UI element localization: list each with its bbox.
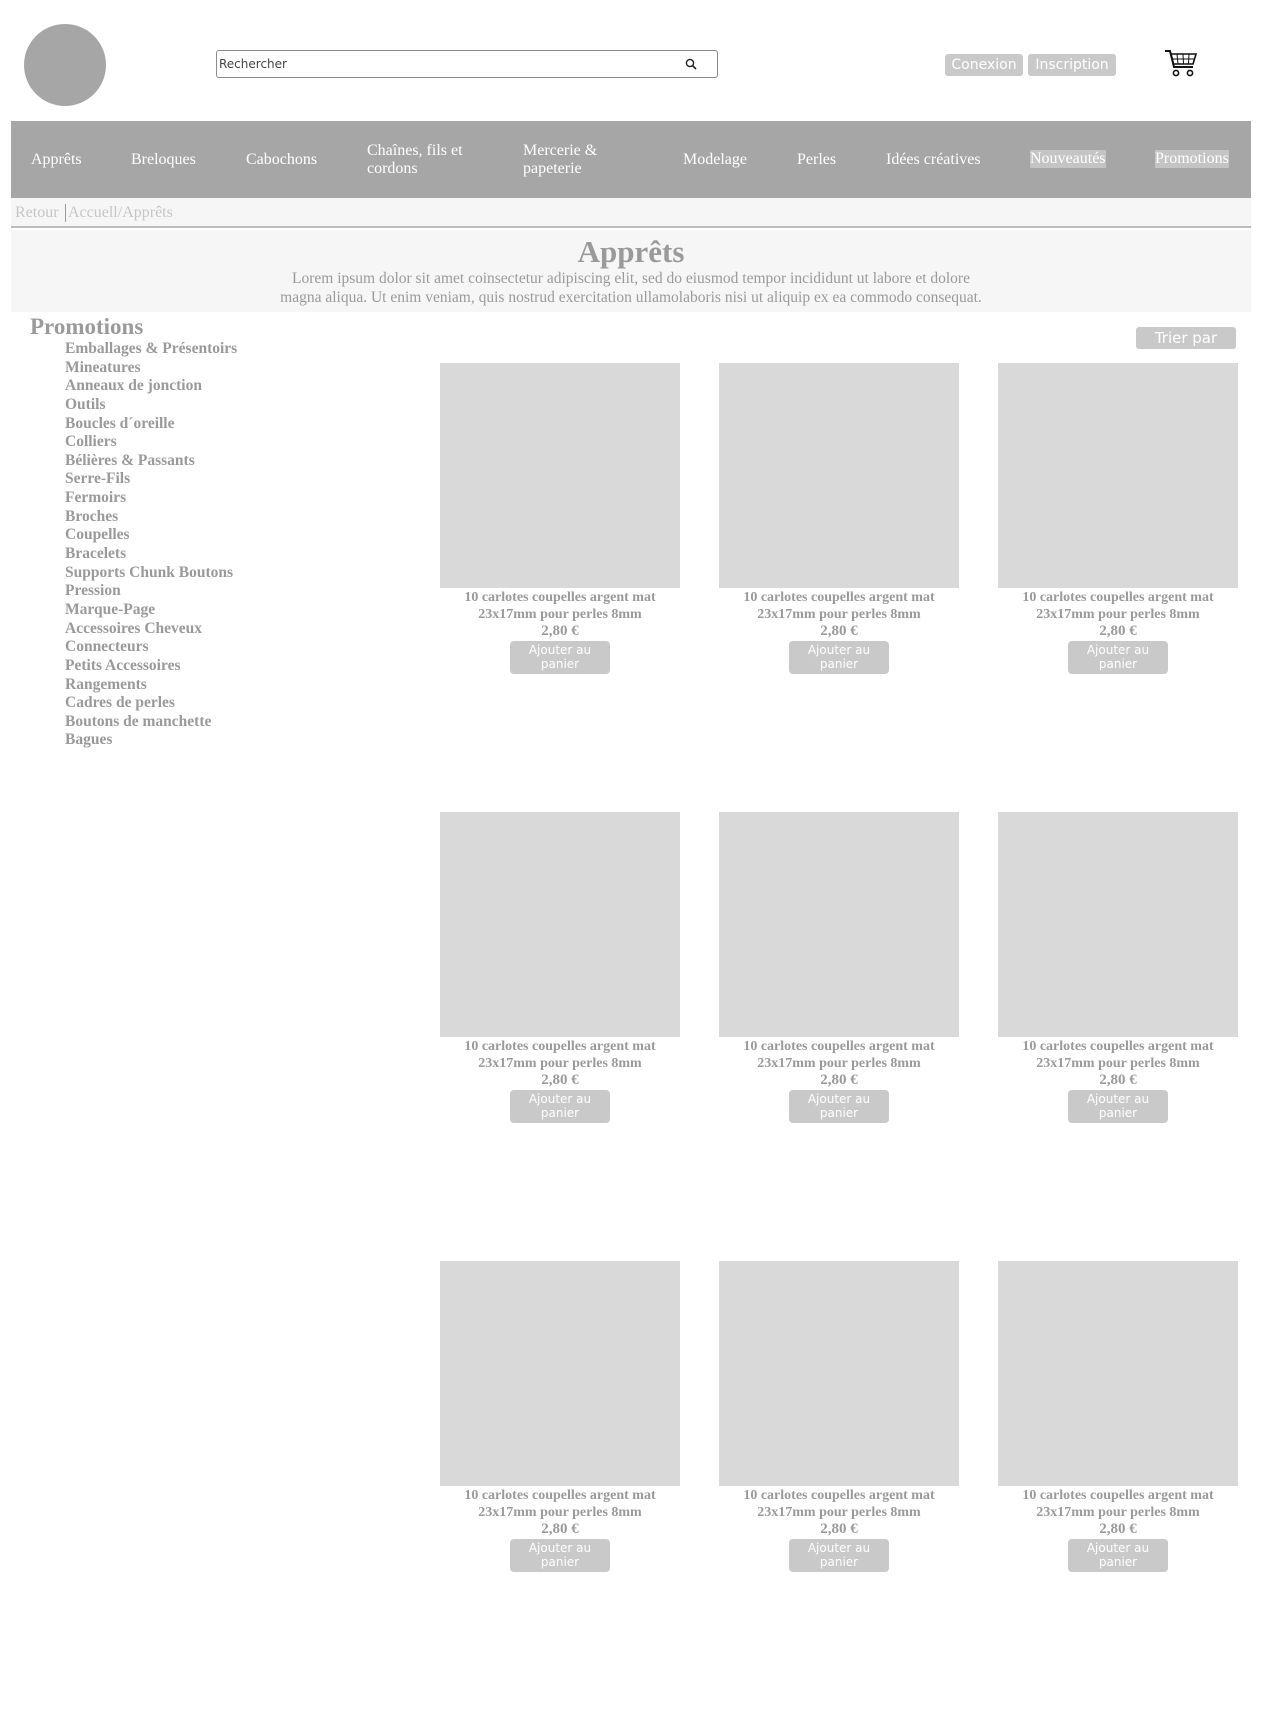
sidebar-item[interactable]: Bagues: [65, 731, 237, 750]
sidebar-item[interactable]: Boutons de manchette: [65, 713, 237, 732]
sidebar-item[interactable]: Outils: [65, 396, 237, 415]
product-image[interactable]: [719, 1261, 959, 1486]
category-header: Apprêts Lorem ipsum dolor sit amet coins…: [11, 230, 1251, 312]
nav-item-mercerie[interactable]: Mercerie & papeterie: [523, 142, 623, 178]
product-image[interactable]: [998, 1261, 1238, 1486]
nav-item-chaines[interactable]: Chaînes, fils et cordons: [367, 142, 482, 178]
sort-button[interactable]: Trier par: [1136, 327, 1236, 349]
product-image[interactable]: [719, 812, 959, 1037]
product-title[interactable]: 10 carlotes coupelles argent mat 23x17mm…: [719, 1487, 959, 1521]
product-card: 10 carlotes coupelles argent mat 23x17mm…: [719, 1261, 959, 1572]
product-price: 2,80 €: [820, 623, 858, 639]
sidebar-item[interactable]: Anneaux de jonction: [65, 377, 237, 396]
product-price: 2,80 €: [541, 1072, 579, 1088]
sidebar-item[interactable]: Marque-Page: [65, 601, 237, 620]
product-title[interactable]: 10 carlotes coupelles argent mat 23x17mm…: [998, 1038, 1238, 1072]
product-card: 10 carlotes coupelles argent mat 23x17mm…: [440, 363, 680, 674]
product-price: 2,80 €: [541, 623, 579, 639]
product-price: 2,80 €: [820, 1072, 858, 1088]
sidebar-item[interactable]: Boucles d´oreille: [65, 415, 237, 434]
product-card: 10 carlotes coupelles argent mat 23x17mm…: [719, 363, 959, 674]
nav-item-perles[interactable]: Perles: [797, 151, 836, 169]
product-price: 2,80 €: [1099, 623, 1137, 639]
back-link[interactable]: Retour: [15, 204, 59, 222]
sidebar-item[interactable]: Rangements: [65, 676, 237, 695]
product-price: 2,80 €: [541, 1521, 579, 1537]
add-to-cart-button[interactable]: Ajouter au panier: [510, 1090, 610, 1123]
sidebar-item[interactable]: Emballages & Présentoirs: [65, 340, 237, 359]
nav-item-modelage[interactable]: Modelage: [683, 151, 747, 169]
sidebar-item[interactable]: Bracelets: [65, 545, 237, 564]
nav-item-breloques[interactable]: Breloques: [131, 151, 196, 169]
product-title[interactable]: 10 carlotes coupelles argent mat 23x17mm…: [998, 1487, 1238, 1521]
sidebar-item[interactable]: Petits Accessoires: [65, 657, 237, 676]
nav-item-cabochons[interactable]: Cabochons: [246, 151, 317, 169]
cart-icon[interactable]: [1164, 48, 1198, 78]
add-to-cart-button[interactable]: Ajouter au panier: [510, 1539, 610, 1572]
product-image[interactable]: [440, 363, 680, 588]
sidebar-item[interactable]: Colliers: [65, 433, 237, 452]
product-price: 2,80 €: [1099, 1072, 1137, 1088]
product-title[interactable]: 10 carlotes coupelles argent mat 23x17mm…: [719, 589, 959, 623]
sidebar-title: Promotions: [30, 314, 144, 339]
product-image[interactable]: [440, 812, 680, 1037]
nav-item-appretes[interactable]: Apprêts: [31, 151, 82, 169]
add-to-cart-button[interactable]: Ajouter au panier: [789, 641, 889, 674]
add-to-cart-button[interactable]: Ajouter au panier: [1068, 1539, 1168, 1572]
login-button[interactable]: Conexion: [945, 54, 1023, 76]
product-image[interactable]: [440, 1261, 680, 1486]
signup-button[interactable]: Inscription: [1028, 54, 1116, 76]
add-to-cart-button[interactable]: Ajouter au panier: [1068, 1090, 1168, 1123]
product-price: 2,80 €: [1099, 1521, 1137, 1537]
product-title[interactable]: 10 carlotes coupelles argent mat 23x17mm…: [719, 1038, 959, 1072]
add-to-cart-button[interactable]: Ajouter au panier: [789, 1090, 889, 1123]
sidebar-item[interactable]: Cadres de perles: [65, 694, 237, 713]
product-image[interactable]: [719, 363, 959, 588]
sidebar-item[interactable]: Supports Chunk Boutons: [65, 564, 237, 583]
add-to-cart-button[interactable]: Ajouter au panier: [1068, 641, 1168, 674]
breadcrumb: Retour Accuell/Apprêts: [11, 198, 1251, 228]
site-logo[interactable]: [24, 24, 106, 106]
product-card: 10 carlotes coupelles argent mat 23x17mm…: [998, 1261, 1238, 1572]
nav-item-idees-creatives[interactable]: Idées créatives: [886, 151, 981, 169]
product-title[interactable]: 10 carlotes coupelles argent mat 23x17mm…: [440, 589, 680, 623]
page-title: Apprêts: [577, 234, 685, 269]
product-card: 10 carlotes coupelles argent mat 23x17mm…: [998, 812, 1238, 1123]
main-nav: Apprêts Breloques Cabochons Chaînes, fil…: [11, 121, 1251, 198]
sidebar-item[interactable]: Connecteurs: [65, 638, 237, 657]
product-image[interactable]: [998, 812, 1238, 1037]
product-card: 10 carlotes coupelles argent mat 23x17mm…: [440, 1261, 680, 1572]
search-icon[interactable]: [685, 58, 697, 70]
product-card: 10 carlotes coupelles argent mat 23x17mm…: [998, 363, 1238, 674]
add-to-cart-button[interactable]: Ajouter au panier: [789, 1539, 889, 1572]
product-card: 10 carlotes coupelles argent mat 23x17mm…: [719, 812, 959, 1123]
product-price: 2,80 €: [820, 1521, 858, 1537]
sidebar-item[interactable]: Broches: [65, 508, 237, 527]
nav-item-promotions[interactable]: Promotions: [1155, 150, 1229, 168]
sidebar-item[interactable]: Serre-Fils: [65, 470, 237, 489]
product-card: 10 carlotes coupelles argent mat 23x17mm…: [440, 812, 680, 1123]
category-list: Emballages & Présentoirs Mineatures Anne…: [65, 340, 237, 750]
breadcrumb-path[interactable]: Accuell/Apprêts: [65, 204, 173, 222]
add-to-cart-button[interactable]: Ajouter au panier: [510, 641, 610, 674]
search-bar[interactable]: [216, 50, 718, 78]
product-image[interactable]: [998, 363, 1238, 588]
product-title[interactable]: 10 carlotes coupelles argent mat 23x17mm…: [440, 1038, 680, 1072]
sidebar-item[interactable]: Pression: [65, 582, 237, 601]
category-description: Lorem ipsum dolor sit amet coinsectetur …: [280, 270, 982, 306]
sidebar-item[interactable]: Coupelles: [65, 526, 237, 545]
search-input[interactable]: [219, 55, 679, 73]
sidebar-item[interactable]: Mineatures: [65, 359, 237, 378]
product-title[interactable]: 10 carlotes coupelles argent mat 23x17mm…: [440, 1487, 680, 1521]
product-title[interactable]: 10 carlotes coupelles argent mat 23x17mm…: [998, 589, 1238, 623]
sidebar-item[interactable]: Fermoirs: [65, 489, 237, 508]
nav-item-nouveautes[interactable]: Nouveautés: [1030, 150, 1106, 168]
sidebar-item[interactable]: Bélières & Passants: [65, 452, 237, 471]
sidebar-item[interactable]: Accessoires Cheveux: [65, 620, 237, 639]
